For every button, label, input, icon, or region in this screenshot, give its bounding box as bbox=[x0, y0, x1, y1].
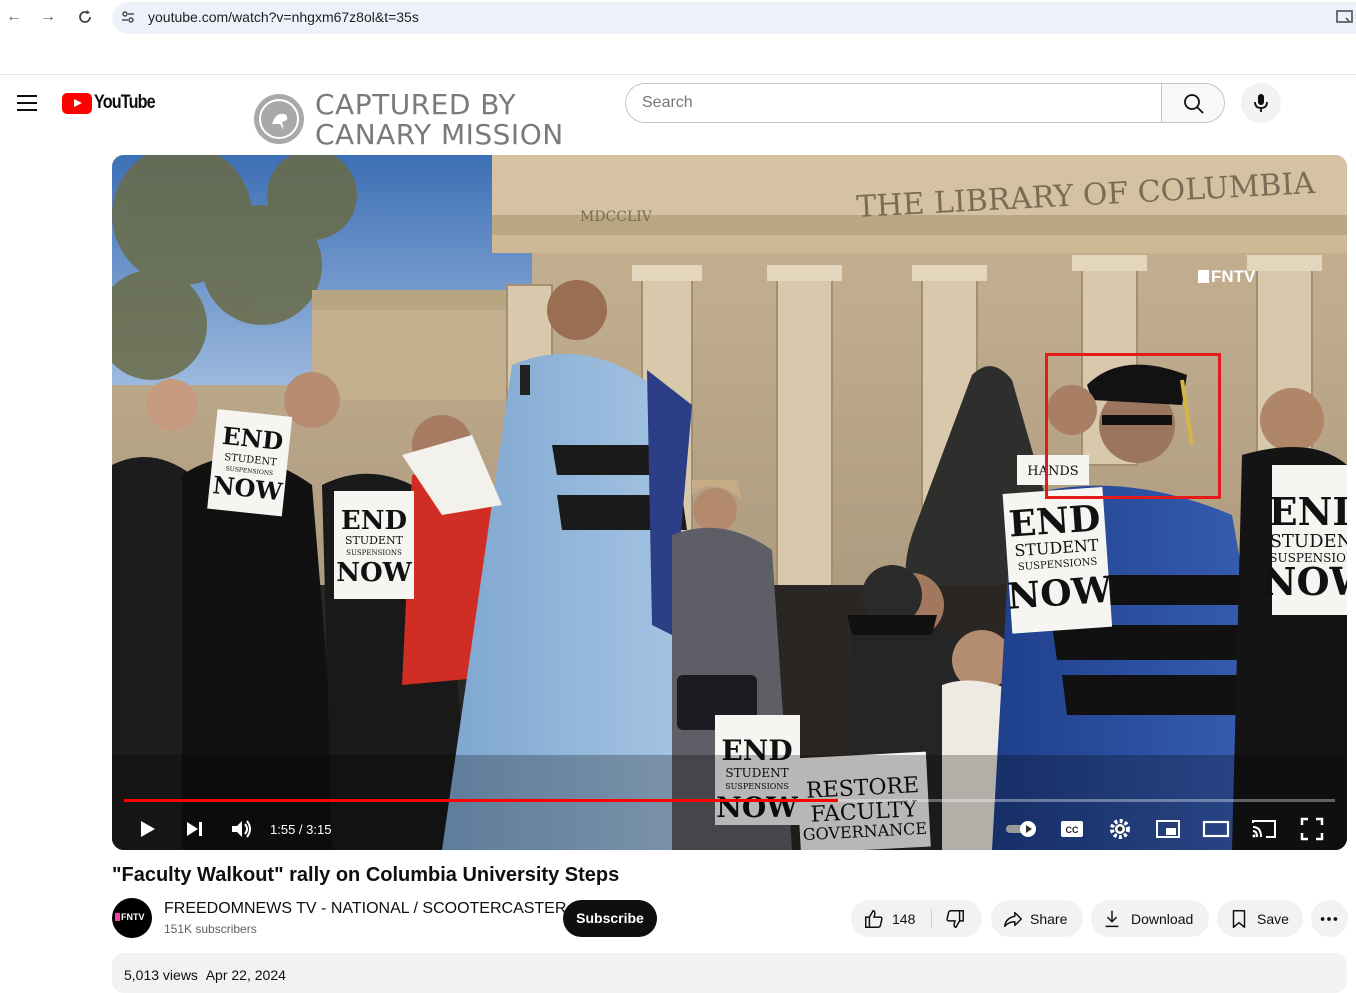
thumbs-down-icon bbox=[946, 910, 964, 928]
menu-icon[interactable] bbox=[17, 95, 37, 111]
subscriber-count: 151K subscribers bbox=[164, 922, 257, 936]
settings-button[interactable] bbox=[1105, 814, 1135, 844]
play-icon bbox=[141, 821, 155, 837]
channel-bug-text: FNTV bbox=[1211, 267, 1256, 286]
fullscreen-button[interactable] bbox=[1297, 814, 1327, 844]
svg-text:CC: CC bbox=[1066, 825, 1079, 835]
volume-button[interactable] bbox=[226, 814, 256, 844]
sign-suspensions-2: SUSPENSIONS bbox=[346, 549, 402, 557]
site-settings-icon[interactable] bbox=[120, 9, 138, 27]
red-highlight-box bbox=[1045, 353, 1221, 499]
channel-name[interactable]: FREEDOMNEWS TV - NATIONAL / SCOOTERCASTE… bbox=[164, 900, 566, 918]
miniplayer-button[interactable] bbox=[1153, 814, 1183, 844]
captions-button[interactable]: CC bbox=[1057, 814, 1087, 844]
fullscreen-icon bbox=[1300, 817, 1324, 841]
video-frame-image: THE LIBRARY OF COLUMBIA MDCCLIV END STUD… bbox=[112, 155, 1347, 850]
save-label: Save bbox=[1257, 911, 1289, 927]
theater-mode-button[interactable] bbox=[1201, 814, 1231, 844]
bookmark-icon bbox=[1232, 910, 1246, 928]
like-count: 148 bbox=[892, 911, 916, 927]
channel-avatar-text: FNTV bbox=[115, 912, 145, 922]
description-box[interactable]: 5,013 views Apr 22, 2024 bbox=[112, 953, 1347, 993]
channel-avatar[interactable]: FNTV bbox=[112, 898, 152, 938]
more-actions-button[interactable] bbox=[1311, 900, 1348, 937]
progress-bar-played bbox=[124, 799, 839, 802]
watermark-line1: CAPTURED BY bbox=[315, 88, 517, 121]
youtube-play-logo-icon bbox=[62, 92, 92, 114]
channel-bug-watermark: FNTV bbox=[1198, 267, 1255, 287]
voice-search-button[interactable] bbox=[1241, 83, 1281, 123]
view-count: 5,013 views bbox=[124, 967, 198, 983]
video-player[interactable]: THE LIBRARY OF COLUMBIA MDCCLIV END STUD… bbox=[112, 155, 1347, 850]
cast-icon bbox=[1252, 820, 1276, 838]
upload-date: Apr 22, 2024 bbox=[205, 967, 286, 983]
sign-now-2: NOW bbox=[336, 558, 412, 588]
cast-indicator-icon[interactable] bbox=[1336, 8, 1354, 26]
forward-arrow-icon[interactable]: → bbox=[37, 6, 59, 28]
next-button[interactable] bbox=[180, 814, 210, 844]
progress-bar[interactable] bbox=[124, 799, 1335, 802]
miniplayer-icon bbox=[1156, 820, 1180, 838]
dislike-button[interactable] bbox=[932, 900, 982, 937]
sign-student-4: STUDENT bbox=[1270, 531, 1347, 552]
youtube-logo-text: YouTube bbox=[94, 92, 156, 113]
sign-end-4: END bbox=[1269, 489, 1347, 534]
volume-icon bbox=[232, 820, 251, 838]
address-bar[interactable]: youtube.com/watch?v=nhgxm67z8ol&t=35s bbox=[112, 2, 1356, 34]
subscribe-button[interactable]: Subscribe bbox=[563, 900, 657, 937]
cast-button[interactable] bbox=[1249, 814, 1279, 844]
canary-mission-watermark: CAPTURED BY CANARY MISSION bbox=[254, 90, 574, 150]
download-icon bbox=[1105, 910, 1119, 928]
search-button[interactable] bbox=[1161, 83, 1225, 123]
microphone-icon bbox=[1254, 94, 1268, 112]
sign-end-2: END bbox=[341, 506, 407, 536]
sign-student-2: STUDENT bbox=[345, 534, 404, 547]
player-controls: 1:55 / 3:15 CC bbox=[112, 810, 1347, 850]
gear-icon bbox=[1110, 819, 1130, 839]
thumbs-up-icon bbox=[865, 910, 883, 928]
like-dislike-group: 148 bbox=[851, 900, 982, 937]
share-label: Share bbox=[1030, 911, 1068, 927]
canary-bird-icon bbox=[254, 94, 304, 144]
captions-icon: CC bbox=[1061, 821, 1083, 837]
back-arrow-icon[interactable]: ← bbox=[3, 6, 25, 28]
share-button[interactable]: Share bbox=[991, 900, 1083, 937]
theater-mode-icon bbox=[1202, 820, 1230, 838]
reload-icon[interactable] bbox=[74, 6, 96, 28]
url-text[interactable]: youtube.com/watch?v=nhgxm67z8ol&t=35s bbox=[148, 9, 419, 25]
sign-now-3: NOW bbox=[1006, 569, 1114, 618]
building-roman-numeral: MDCCLIV bbox=[580, 209, 653, 225]
save-button[interactable]: Save bbox=[1217, 900, 1303, 937]
sign-now-4: NOW bbox=[1262, 559, 1347, 604]
watermark-text: CAPTURED BY CANARY MISSION bbox=[315, 90, 564, 150]
search-input[interactable] bbox=[625, 83, 1162, 123]
search-bar bbox=[625, 83, 1225, 123]
watermark-line2: CANARY MISSION bbox=[315, 118, 564, 151]
play-button[interactable] bbox=[132, 814, 162, 844]
like-button[interactable]: 148 bbox=[851, 900, 931, 937]
autoplay-toggle[interactable] bbox=[1002, 814, 1042, 844]
share-icon bbox=[1004, 911, 1022, 928]
description-meta: 5,013 views Apr 22, 2024 bbox=[124, 967, 286, 983]
download-button[interactable]: Download bbox=[1091, 900, 1209, 937]
next-icon bbox=[187, 822, 202, 836]
browser-toolbar: ← → youtube.com/watch?v=nhgxm67z8ol&t=35… bbox=[0, 0, 1356, 36]
autoplay-toggle-icon bbox=[1006, 821, 1036, 837]
youtube-logo[interactable]: YouTube bbox=[62, 92, 165, 114]
video-title: "Faculty Walkout" rally on Columbia Univ… bbox=[112, 864, 620, 886]
time-display: 1:55 / 3:15 bbox=[270, 822, 332, 837]
download-label: Download bbox=[1131, 911, 1194, 927]
more-horizontal-icon bbox=[1320, 917, 1338, 921]
search-icon bbox=[1184, 94, 1204, 114]
